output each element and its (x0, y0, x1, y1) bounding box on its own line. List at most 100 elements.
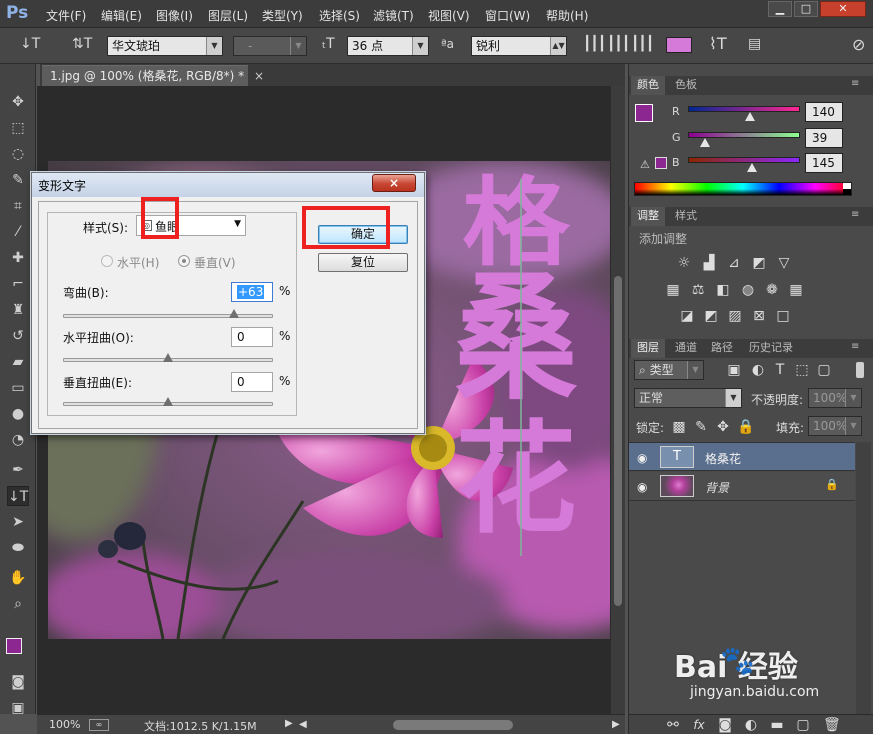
menu-select[interactable]: 选择(S) (319, 7, 360, 24)
channel-mixer-icon[interactable]: ❁ (764, 282, 780, 298)
adjustment-layer-icon[interactable]: ◐ (743, 717, 759, 733)
vertical-distortion-input[interactable]: 0 (231, 372, 273, 392)
bend-slider-thumb[interactable] (229, 309, 240, 318)
horizontal-distortion-thumb[interactable] (163, 353, 173, 362)
vertical-scroll-thumb[interactable] (614, 276, 622, 606)
levels-icon[interactable]: ▟ (701, 255, 717, 271)
align-left-icon[interactable]: ┃┃┃ (583, 36, 606, 52)
lock-transparent-icon[interactable]: ▩ (671, 419, 687, 435)
antialias-select[interactable]: 锐利 ▲▼ (471, 36, 567, 56)
invert-icon[interactable]: ◪ (679, 308, 695, 324)
scroll-left-icon[interactable]: ◀ (299, 719, 307, 730)
text-tool-preset-icon[interactable]: ↓T (20, 36, 40, 52)
color-foreground-swatch[interactable] (635, 104, 653, 122)
blur-tool-icon[interactable]: ● (7, 404, 29, 424)
vibrance-icon[interactable]: ▽ (776, 255, 792, 271)
ellipse-tool-icon[interactable]: ⬬ (7, 538, 29, 558)
pen-tool-icon[interactable]: ✒ (7, 460, 29, 480)
menu-help[interactable]: 帮助(H) (546, 7, 588, 24)
menu-type[interactable]: 类型(Y) (262, 7, 303, 24)
eye-icon[interactable]: ◉ (637, 451, 647, 465)
menu-layer[interactable]: 图层(L) (208, 7, 248, 24)
menu-window[interactable]: 窗口(W) (485, 7, 530, 24)
zoom-level[interactable]: 100% (49, 718, 80, 731)
vertical-radio[interactable] (178, 255, 190, 267)
horizontal-radio[interactable] (101, 255, 113, 267)
horizontal-distortion-input[interactable]: 0 (231, 327, 273, 347)
tab-swatches[interactable]: 色板 (669, 76, 703, 95)
bend-input[interactable]: +63 (231, 282, 273, 302)
dodge-tool-icon[interactable]: ◔ (7, 430, 29, 450)
channel-r-thumb[interactable] (745, 112, 755, 121)
menu-image[interactable]: 图像(I) (156, 7, 193, 24)
delete-layer-icon[interactable]: 🗑 (823, 717, 841, 733)
crop-tool-icon[interactable]: ⌗ (7, 196, 29, 216)
channel-b-slider[interactable] (688, 157, 800, 163)
gradient-map-icon[interactable]: ⊠ (751, 308, 767, 324)
brush-tool-icon[interactable]: ⌐ (7, 274, 29, 294)
document-tab[interactable]: 1.jpg @ 100% (格桑花, RGB/8*) * × (42, 65, 264, 86)
type-tool-icon[interactable]: ↓T (7, 486, 29, 506)
eraser-tool-icon[interactable]: ▰ (7, 352, 29, 372)
menu-edit[interactable]: 编辑(E) (101, 7, 142, 24)
lock-all-icon[interactable]: 🔒 (737, 419, 754, 435)
posterize-icon[interactable]: ◩ (703, 308, 719, 324)
tab-adjustments[interactable]: 调整 (631, 207, 665, 226)
layer-name[interactable]: 背景 (705, 479, 729, 496)
panel-menu-icon[interactable]: ≡ (851, 341, 859, 352)
lock-position-icon[interactable]: ✥ (715, 419, 731, 435)
tab-styles[interactable]: 样式 (669, 207, 703, 226)
hue-saturation-icon[interactable]: ▦ (665, 282, 681, 298)
zoom-tool-icon[interactable]: ⌕ (7, 594, 29, 614)
layer-name[interactable]: 格桑花 (705, 450, 741, 467)
channel-b-input[interactable]: 145 (805, 153, 843, 173)
filter-adjustment-icon[interactable]: ◐ (750, 362, 766, 378)
toggle-orientation-icon[interactable]: ⇅T (72, 36, 92, 52)
warp-text-icon[interactable]: ⌇T (709, 34, 727, 53)
layer-mask-icon[interactable]: ◙ (717, 717, 733, 733)
maximize-button[interactable]: □ (794, 1, 818, 17)
align-center-icon[interactable]: ┃┃┃ (607, 36, 630, 52)
channel-b-thumb[interactable] (747, 163, 757, 172)
marquee-tool-icon[interactable]: ⬚ (7, 118, 29, 138)
eyedropper-tool-icon[interactable]: ⁄ (7, 222, 29, 242)
color-lookup-icon[interactable]: ▦ (788, 282, 804, 298)
brightness-contrast-icon[interactable]: ☼ (676, 255, 692, 271)
history-brush-tool-icon[interactable]: ↺ (7, 326, 29, 346)
align-right-icon[interactable]: ┃┃┃ (631, 36, 654, 52)
warning-icon[interactable]: ⚠ (640, 158, 650, 171)
new-group-icon[interactable]: ▬ (769, 717, 785, 733)
bend-slider[interactable] (63, 314, 273, 318)
hand-tool-icon[interactable]: ✋ (7, 568, 29, 588)
quick-mask-icon[interactable]: ◙ (7, 672, 29, 692)
eye-icon[interactable]: ◉ (637, 480, 647, 494)
dialog-close-button[interactable]: × (372, 174, 416, 192)
websafe-color-swatch[interactable] (655, 157, 667, 169)
path-select-tool-icon[interactable]: ➤ (7, 512, 29, 532)
tab-layers[interactable]: 图层 (631, 339, 665, 358)
channel-g-input[interactable]: 39 (805, 128, 843, 148)
opacity-input[interactable]: 100% ▼ (808, 388, 862, 408)
menu-filter[interactable]: 滤镜(T) (373, 7, 414, 24)
fill-input[interactable]: 100% ▼ (808, 416, 862, 436)
font-family-select[interactable]: 华文琥珀 ▼ (107, 36, 223, 56)
tab-close-icon[interactable]: × (254, 69, 264, 83)
clone-stamp-tool-icon[interactable]: ♜ (7, 300, 29, 320)
photo-filter-icon[interactable]: ◍ (740, 282, 756, 298)
black-white-icon[interactable]: ◧ (715, 282, 731, 298)
link-layers-icon[interactable]: ⚯ (665, 717, 681, 733)
filter-toggle[interactable] (856, 362, 864, 378)
scroll-right-icon[interactable]: ▶ (612, 719, 620, 730)
font-size-select[interactable]: 36 点 ▼ (347, 36, 429, 56)
exposure-icon[interactable]: ◩ (751, 255, 767, 271)
threshold-icon[interactable]: ▨ (727, 308, 743, 324)
canvas-vertical-scrollbar[interactable] (611, 86, 625, 714)
selective-color-icon[interactable]: □ (775, 308, 791, 324)
character-panel-icon[interactable]: ▤ (748, 36, 761, 52)
layer-style-icon[interactable]: fx (691, 717, 707, 733)
horizontal-scroll-thumb[interactable] (393, 720, 513, 730)
color-spectrum-bar[interactable] (634, 182, 852, 196)
menu-view[interactable]: 视图(V) (428, 7, 470, 24)
blend-mode-select[interactable]: 正常 ▼ (634, 388, 742, 408)
gradient-tool-icon[interactable]: ▭ (7, 378, 29, 398)
